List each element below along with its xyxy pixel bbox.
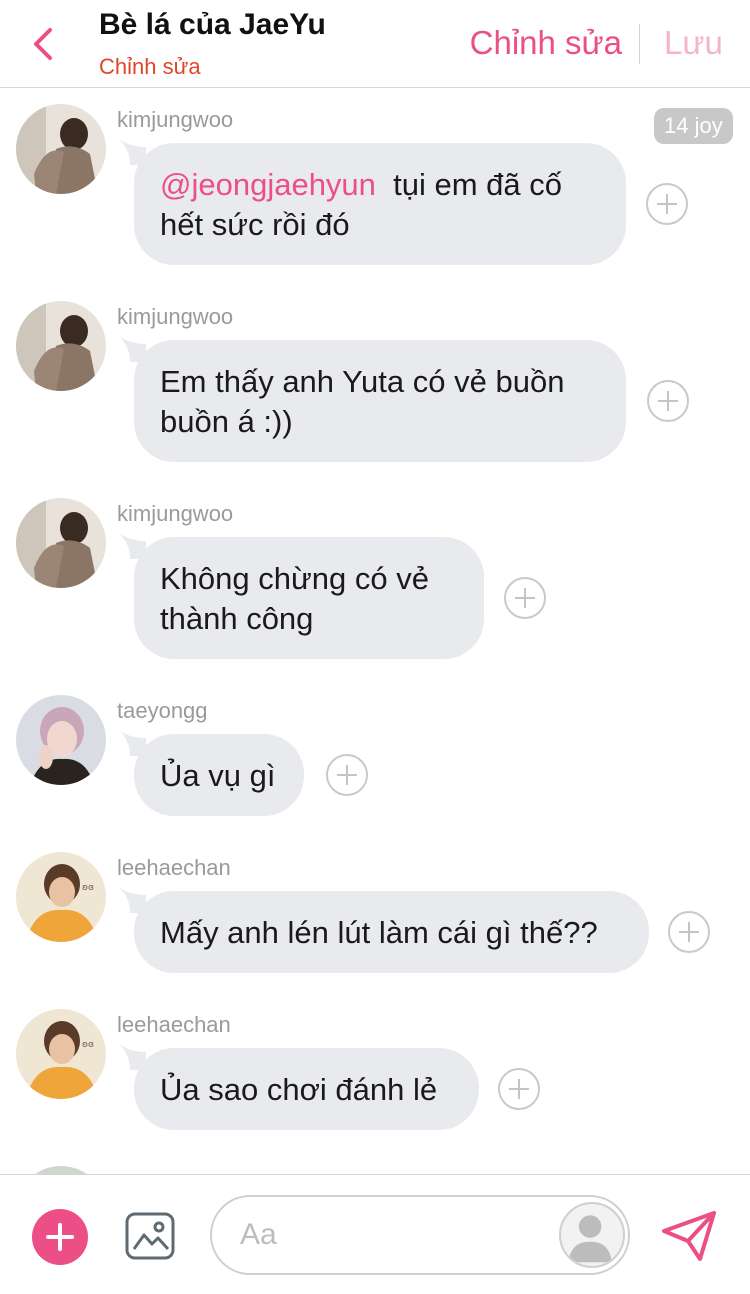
send-icon[interactable]: [660, 1209, 718, 1263]
profile-photo-icon: [16, 104, 106, 194]
bubble-tail-icon: [116, 728, 146, 756]
message-bubble[interactable]: Ủa sao chơi đánh lẻ: [116, 1042, 479, 1130]
message-item: ʚɞ leehaechan Ủa sao chơi đánh lẻ: [0, 994, 750, 1144]
message-text: thành công: [160, 601, 314, 636]
bubble-tail-icon: [116, 885, 146, 913]
profile-photo-icon: ʚɞ: [16, 1009, 106, 1099]
message-username: leehaechan: [117, 855, 231, 880]
message-item: kimjungwoo Em thấy anh Yuta có vẻ buồn b…: [0, 286, 750, 476]
add-reaction-icon[interactable]: [646, 183, 688, 225]
message-input[interactable]: [240, 1215, 540, 1255]
svg-text:ʚɞ: ʚɞ: [82, 1040, 94, 1050]
message-text: Em thấy anh Yuta có vẻ buồn: [160, 364, 565, 399]
add-reaction-icon[interactable]: [647, 380, 689, 422]
mention-link[interactable]: @jeongjaehyun: [160, 167, 376, 202]
header-divider: [639, 24, 640, 64]
add-reaction-icon[interactable]: [498, 1068, 540, 1110]
message-bubble[interactable]: Mấy anh lén lút làm cái gì thế??: [116, 885, 649, 973]
avatar[interactable]: [16, 1166, 106, 1174]
avatar[interactable]: [16, 498, 106, 588]
message-item: ʚɞ leehaechan Mấy anh lén lút làm cái gì…: [0, 837, 750, 987]
message-text: Ủa vụ gì: [160, 758, 276, 793]
avatar[interactable]: [16, 301, 106, 391]
message-input-box[interactable]: [210, 1195, 630, 1275]
add-reaction-icon[interactable]: [668, 911, 710, 953]
edit-button[interactable]: Chỉnh sửa: [470, 24, 622, 62]
add-reaction-icon[interactable]: [326, 754, 368, 796]
bubble-tail-icon: [116, 531, 146, 559]
joy-badge: 14 joy: [654, 108, 733, 144]
message-username: kimjungwoo: [117, 501, 234, 526]
bubble-tail-icon: [116, 1042, 146, 1070]
person-silhouette-icon: [568, 1215, 612, 1263]
plus-icon[interactable]: [32, 1209, 88, 1265]
message-bubble[interactable]: Ủa vụ gì: [116, 728, 304, 816]
message-item-partial: [0, 1151, 750, 1174]
user-avatar-icon[interactable]: [559, 1202, 625, 1268]
message-bubble[interactable]: Em thấy anh Yuta có vẻ buồn buồn á :)): [116, 334, 626, 462]
message-text: buồn á :)): [160, 404, 293, 439]
message-list[interactable]: kimjungwoo 14 joy @jeongjaehyun tụi em đ…: [0, 89, 750, 1174]
profile-photo-icon: [16, 695, 106, 785]
profile-photo-icon: ʚɞ: [16, 852, 106, 942]
avatar[interactable]: ʚɞ: [16, 1009, 106, 1099]
message-item: taeyongg Ủa vụ gì: [0, 680, 750, 830]
add-reaction-icon[interactable]: [504, 577, 546, 619]
message-bubble[interactable]: Không chừng có vẻ thành công: [116, 531, 484, 659]
message-text: hết sức rồi đó: [160, 207, 350, 242]
chat-subtitle[interactable]: Chỉnh sửa: [99, 54, 201, 80]
avatar[interactable]: ʚɞ: [16, 852, 106, 942]
profile-photo-icon: [16, 301, 106, 391]
message-text: Mấy anh lén lút làm cái gì thế??: [160, 915, 598, 950]
back-chevron-icon[interactable]: [26, 22, 62, 66]
bubble-tail-icon: [116, 137, 146, 165]
message-username: taeyongg: [117, 698, 208, 723]
avatar[interactable]: [16, 695, 106, 785]
message-username: kimjungwoo: [117, 107, 234, 132]
save-button[interactable]: Lưu: [664, 24, 723, 62]
message-item: kimjungwoo 14 joy @jeongjaehyun tụi em đ…: [0, 89, 750, 279]
message-username: leehaechan: [117, 1012, 231, 1037]
message-bubble[interactable]: @jeongjaehyun tụi em đã cố hết sức rồi đ…: [116, 137, 626, 265]
profile-photo-icon: [16, 498, 106, 588]
chat-header: Bè lá của JaeYu Chỉnh sửa Chỉnh sửa Lưu: [0, 0, 750, 88]
message-item: kimjungwoo Không chừng có vẻ thành công: [0, 483, 750, 673]
composer-bar: [0, 1174, 750, 1294]
message-text: Không chừng có vẻ: [160, 561, 429, 596]
chat-title: Bè lá của JaeYu: [99, 8, 326, 41]
svg-text:ʚɞ: ʚɞ: [82, 883, 94, 893]
bubble-tail-icon: [116, 334, 146, 362]
message-text: tụi em đã cố: [393, 167, 563, 202]
message-text: Ủa sao chơi đánh lẻ: [160, 1072, 438, 1107]
message-username: kimjungwoo: [117, 304, 234, 329]
avatar[interactable]: [16, 104, 106, 194]
image-icon[interactable]: [124, 1211, 176, 1261]
